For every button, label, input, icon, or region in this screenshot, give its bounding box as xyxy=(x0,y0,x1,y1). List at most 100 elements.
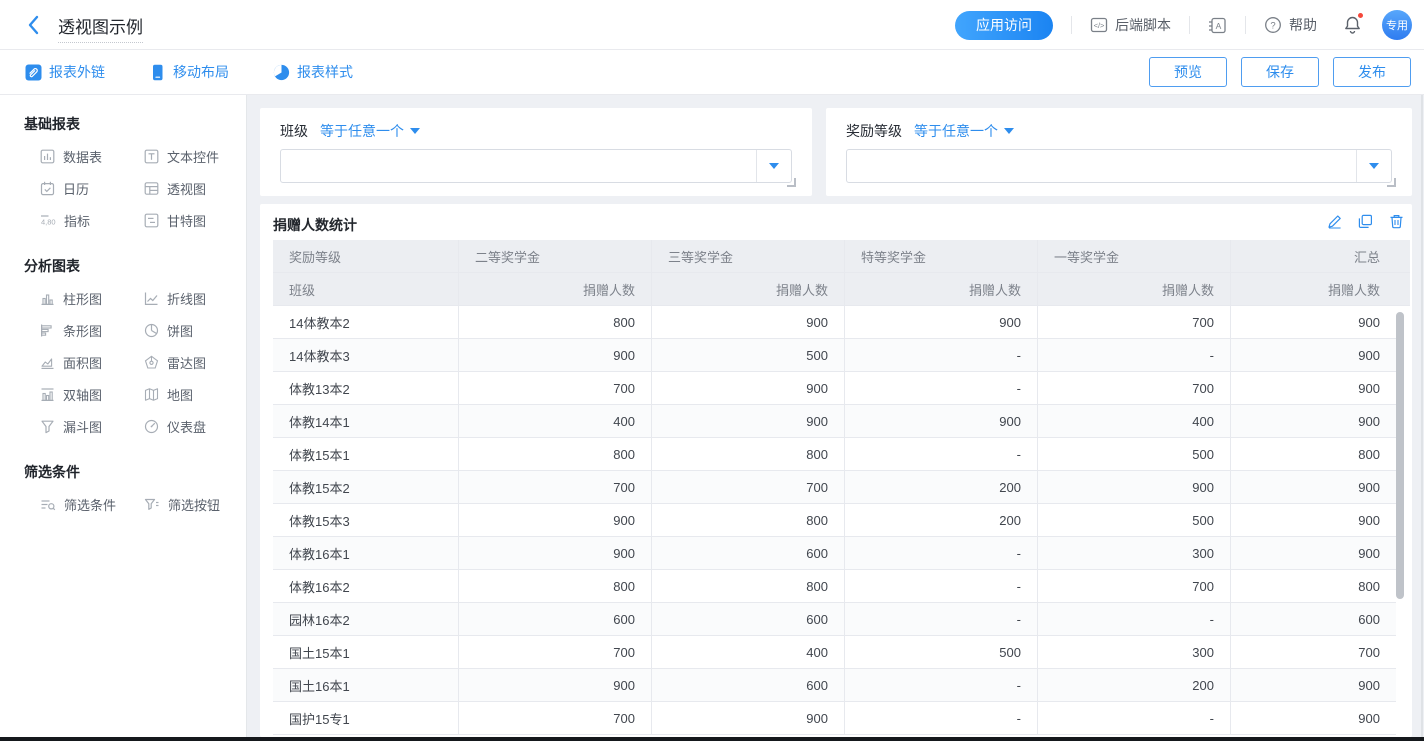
calendar-icon xyxy=(40,181,55,196)
pie-style-icon xyxy=(273,64,290,81)
sidebar-item-gantt[interactable]: 甘特图 xyxy=(144,204,247,236)
avatar[interactable]: 专用 xyxy=(1382,10,1412,40)
bar-chart-icon xyxy=(40,323,55,338)
table-row: 体教16本1900600-300900 xyxy=(273,537,1396,570)
sidebar-item-line-chart[interactable]: 折线图 xyxy=(144,282,247,314)
indicator-icon: 4,80 xyxy=(40,213,56,228)
delete-icon[interactable] xyxy=(1389,214,1404,229)
radar-chart-icon xyxy=(144,355,159,370)
sidebar-item-pivot-table[interactable]: 透视图 xyxy=(144,172,247,204)
svg-text:?: ? xyxy=(1270,20,1275,31)
divider xyxy=(1071,16,1072,34)
backend-script-button[interactable]: </> 后端脚本 xyxy=(1090,15,1171,35)
map-icon xyxy=(144,387,159,402)
sidebar-item-gauge[interactable]: 仪表盘 xyxy=(144,410,247,442)
sidebar-item-column-chart[interactable]: 柱形图 xyxy=(40,282,144,314)
sidebar-item-filter-condition[interactable]: 筛选条件 xyxy=(40,488,144,520)
resize-handle[interactable] xyxy=(1387,178,1396,187)
chevron-down-icon xyxy=(1004,128,1014,134)
pie-chart-icon xyxy=(144,323,159,338)
sidebar-item-calendar[interactable]: 日历 xyxy=(40,172,144,204)
area-chart-icon xyxy=(40,355,55,370)
preview-button[interactable]: 预览 xyxy=(1149,57,1227,87)
address-book-button[interactable]: A xyxy=(1208,16,1227,35)
table-row: 体教15本1800800-500800 xyxy=(273,438,1396,471)
report-canvas: 班级 等于任意一个 奖励等级 等于任意一个 捐赠人数统计 xyxy=(247,95,1424,737)
filter-operator-dropdown[interactable]: 等于任意一个 xyxy=(320,121,420,141)
resize-handle[interactable] xyxy=(787,178,796,187)
app-header: 透视图示例 应用访问 </> 后端脚本 A ? 帮助 专用 xyxy=(0,0,1424,50)
table-row: 体教13本2700900-700900 xyxy=(273,372,1396,405)
report-external-link-button[interactable]: 报表外链 xyxy=(25,62,105,82)
text-widget-icon xyxy=(144,149,159,164)
pivot-table: 奖励等级 二等奖学金 三等奖学金 特等奖学金 一等奖学金 汇总 班级 捐赠人数 … xyxy=(273,240,1410,735)
filter-widget-class[interactable]: 班级 等于任意一个 xyxy=(260,108,812,196)
help-button[interactable]: ? 帮助 xyxy=(1264,15,1317,35)
copy-icon[interactable] xyxy=(1358,214,1373,229)
smartphone-icon xyxy=(149,64,166,81)
app-access-button[interactable]: 应用访问 xyxy=(955,11,1053,40)
filter-button-icon xyxy=(144,497,160,512)
sidebar-item-bar-chart[interactable]: 条形图 xyxy=(40,314,144,346)
code-icon: </> xyxy=(1090,16,1108,34)
mobile-layout-button[interactable]: 移动布局 xyxy=(149,62,229,82)
save-button[interactable]: 保存 xyxy=(1241,57,1319,87)
table-row: 园林16本2600600--600 xyxy=(273,603,1396,636)
sidebar-item-pie-chart[interactable]: 饼图 xyxy=(144,314,247,346)
filter-widget-award-level[interactable]: 奖励等级 等于任意一个 xyxy=(826,108,1412,196)
table-row: 国土15本1700400500300700 xyxy=(273,636,1396,669)
svg-text:</>: </> xyxy=(1094,21,1105,30)
edit-icon[interactable] xyxy=(1327,214,1342,229)
address-book-icon: A xyxy=(1208,16,1227,35)
table-row: 国护15专1700900--900 xyxy=(273,702,1396,735)
sidebar-item-dual-axis-chart[interactable]: 双轴图 xyxy=(40,378,144,410)
section-title-analysis-charts: 分析图表 xyxy=(0,236,246,282)
filter-operator-dropdown[interactable]: 等于任意一个 xyxy=(914,121,1014,141)
sidebar-item-radar-chart[interactable]: 雷达图 xyxy=(144,346,247,378)
sidebar-item-text-widget[interactable]: 文本控件 xyxy=(144,140,247,172)
section-title-filter: 筛选条件 xyxy=(0,442,246,488)
gantt-icon xyxy=(144,213,159,228)
dual-axis-chart-icon xyxy=(40,387,55,402)
pivot-title: 捐赠人数统计 xyxy=(273,215,357,235)
pivot-table-icon xyxy=(144,181,159,196)
data-table-icon xyxy=(40,149,55,164)
filter-select-award-level[interactable] xyxy=(846,149,1392,183)
table-row: 14体教本3900500--900 xyxy=(273,339,1396,372)
sidebar-item-data-table[interactable]: 数据表 xyxy=(40,140,144,172)
bottom-edge xyxy=(0,737,1424,741)
notification-badge xyxy=(1357,12,1364,19)
notifications-button[interactable] xyxy=(1343,15,1362,35)
pivot-header-row-measures: 班级 捐赠人数 捐赠人数 捐赠人数 捐赠人数 捐赠人数 xyxy=(273,273,1410,306)
sidebar-item-map[interactable]: 地图 xyxy=(144,378,247,410)
sidebar-item-indicator[interactable]: 4,80 指标 xyxy=(40,204,144,236)
back-icon[interactable] xyxy=(26,14,46,36)
table-vertical-scrollbar[interactable] xyxy=(1396,312,1404,599)
sidebar-item-area-chart[interactable]: 面积图 xyxy=(40,346,144,378)
divider xyxy=(1189,16,1190,34)
pivot-body: 14体教本2800900900700900 14体教本3900500--900 … xyxy=(273,306,1410,735)
column-chart-icon xyxy=(40,291,55,306)
report-style-button[interactable]: 报表样式 xyxy=(273,62,353,82)
filter-select-class[interactable] xyxy=(280,149,792,183)
line-chart-icon xyxy=(144,291,159,306)
table-row: 体教15本2700700200900900 xyxy=(273,471,1396,504)
page-title[interactable]: 透视图示例 xyxy=(58,13,143,43)
table-row: 14体教本2800900900700900 xyxy=(273,306,1396,339)
svg-text:A: A xyxy=(1216,21,1222,31)
widget-sidebar: 基础报表 数据表 文本控件 日历 透视图 4,80 指标 甘特图 分析图表 xyxy=(0,95,247,737)
table-row: 体教15本3900800200500900 xyxy=(273,504,1396,537)
svg-text:4,80: 4,80 xyxy=(41,217,56,226)
filter-condition-icon xyxy=(40,497,56,512)
sidebar-item-filter-button[interactable]: 筛选按钮 xyxy=(144,488,247,520)
filter-label: 奖励等级 xyxy=(846,121,902,141)
funnel-chart-icon xyxy=(40,419,55,434)
divider xyxy=(1245,16,1246,34)
publish-button[interactable]: 发布 xyxy=(1333,57,1411,87)
report-toolbar: 报表外链 移动布局 报表样式 预览 保存 发布 xyxy=(0,50,1424,95)
page-scrollbar-track[interactable] xyxy=(1421,95,1423,737)
sidebar-item-funnel-chart[interactable]: 漏斗图 xyxy=(40,410,144,442)
gauge-icon xyxy=(144,419,159,434)
pivot-table-widget[interactable]: 捐赠人数统计 奖励等级 二等奖学金 三等奖学金 特等奖学金 一等奖学金 汇总 xyxy=(260,204,1412,737)
chevron-down-icon xyxy=(1369,163,1379,169)
